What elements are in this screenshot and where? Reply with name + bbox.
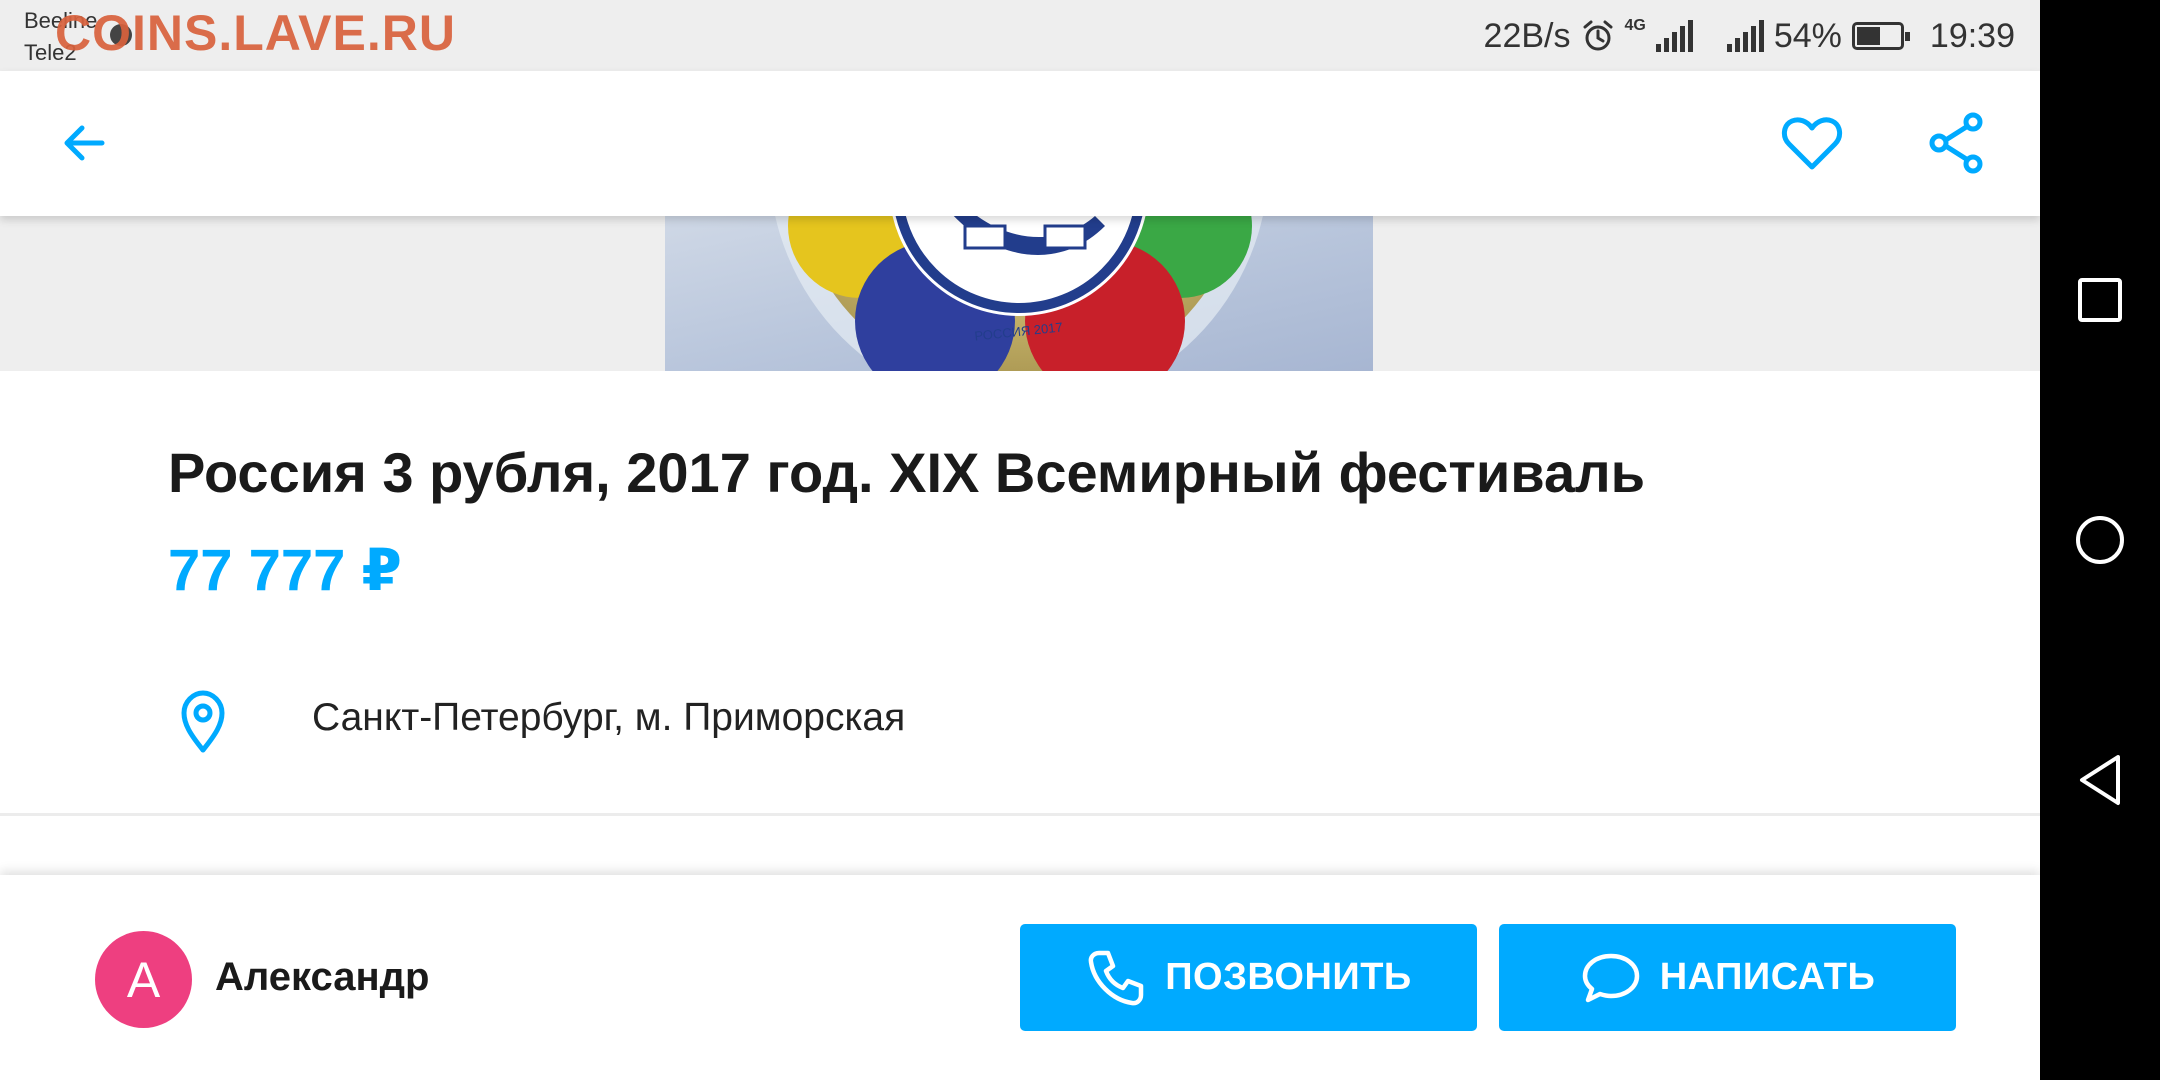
- location-row[interactable]: Санкт-Петербург, м. Приморская: [168, 680, 1868, 760]
- seller-action-bar: А Александр ПОЗВОНИТЬ НАПИСАТЬ: [0, 875, 2040, 1080]
- screen: Beeline Tele2 COINS.LAVE.RU 22B/s 4G 54%: [0, 0, 2160, 1080]
- chat-bubble-icon: [1582, 953, 1639, 1002]
- call-button-label: ПОЗВОНИТЬ: [1165, 956, 1412, 998]
- recent-apps-button[interactable]: [2070, 270, 2130, 330]
- status-indicators: 22B/s 4G 54% 19:39: [1484, 14, 2015, 58]
- watermark: COINS.LAVE.RU: [55, 5, 456, 61]
- map-pin-icon: [181, 690, 225, 753]
- write-button[interactable]: НАПИСАТЬ: [1499, 924, 1956, 1031]
- network-type: 4G: [1624, 17, 1646, 34]
- coin-image: РОССИЯ 2017: [665, 216, 1373, 371]
- avatar[interactable]: А: [95, 931, 192, 1028]
- seller-name[interactable]: Александр: [215, 955, 429, 1000]
- listing-title: Россия 3 рубля, 2017 год. XIX Всемирный …: [168, 441, 1646, 504]
- coin-photo[interactable]: РОССИЯ 2017: [665, 216, 1373, 371]
- location-text: Санкт-Петербург, м. Приморская: [312, 696, 906, 739]
- status-bar: Beeline Tele2 COINS.LAVE.RU 22B/s 4G 54%: [0, 0, 2040, 71]
- arrow-left-icon: [64, 125, 105, 161]
- back-button[interactable]: [44, 103, 124, 183]
- system-nav-bar: [2040, 0, 2160, 1080]
- share-button[interactable]: [1917, 103, 1997, 183]
- clock: 19:39: [1929, 16, 2015, 55]
- home-button[interactable]: [2070, 510, 2130, 570]
- square-icon: [2078, 278, 2122, 322]
- call-button[interactable]: ПОЗВОНИТЬ: [1020, 924, 1477, 1031]
- system-back-button[interactable]: [2070, 750, 2130, 810]
- heart-icon: [1782, 117, 1842, 170]
- listing-price: 77 777 ₽: [168, 538, 402, 603]
- net-speed: 22B/s: [1483, 16, 1571, 55]
- write-button-label: НАПИСАТЬ: [1659, 956, 1876, 998]
- circle-icon: [2076, 516, 2124, 564]
- alarm-icon: [1583, 20, 1612, 51]
- phone-icon: [1088, 950, 1144, 1005]
- favorite-button[interactable]: [1772, 103, 1852, 183]
- triangle-back-icon: [2080, 755, 2120, 805]
- share-icon: [1929, 112, 1983, 174]
- app-bar: [0, 71, 2040, 216]
- battery-icon: [1851, 22, 1910, 50]
- signal-2-icon: [1726, 20, 1764, 52]
- divider: [0, 813, 2040, 816]
- battery-percent: 54%: [1773, 16, 1842, 55]
- battery-fill: [1856, 27, 1880, 45]
- photo-gallery[interactable]: РОССИЯ 2017: [0, 216, 2040, 371]
- signal-1-icon: [1655, 20, 1693, 52]
